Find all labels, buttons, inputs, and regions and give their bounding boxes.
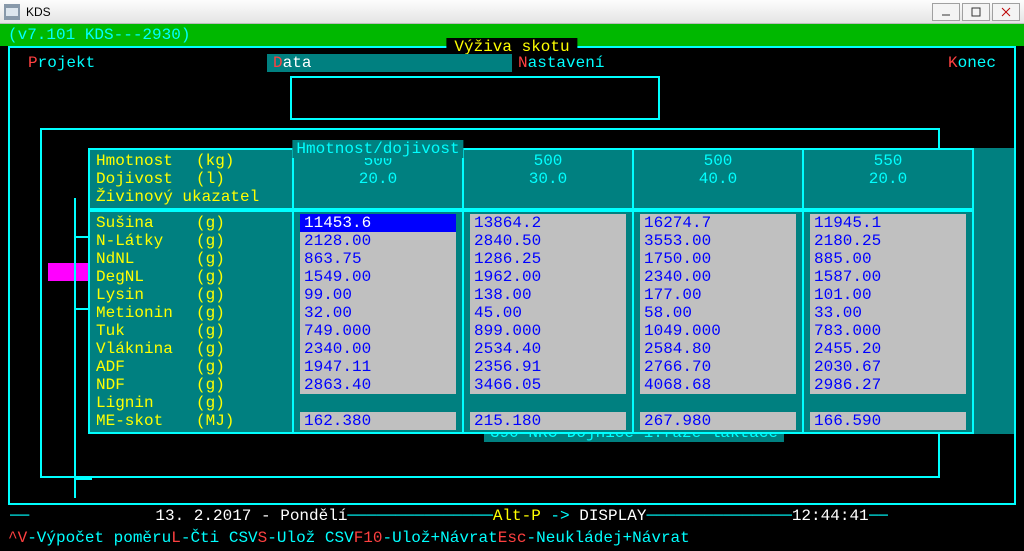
row-label: Tuk(g): [96, 322, 286, 340]
value-cell[interactable]: 13864.2: [470, 214, 626, 232]
status-altp: Alt-P -> DISPLAY: [493, 507, 647, 525]
value-cell[interactable]: 2455.20: [810, 340, 966, 358]
value-cell[interactable]: 2863.40: [300, 376, 456, 394]
value-cell[interactable]: 101.00: [810, 286, 966, 304]
title-bar: KDS: [0, 0, 1024, 24]
value-cell[interactable]: 885.00: [810, 250, 966, 268]
row-label: NdNL(g): [96, 250, 286, 268]
value-cell[interactable]: 177.00: [640, 286, 796, 304]
row-label: ME-skot(MJ): [96, 412, 286, 430]
close-button[interactable]: [992, 3, 1020, 21]
data-panel: Hmotnost(kg) Dojivost(l) Živinový ukazat…: [88, 148, 1014, 434]
value-cell[interactable]: 2584.80: [640, 340, 796, 358]
maximize-button[interactable]: [962, 3, 990, 21]
value-cell[interactable]: 1587.00: [810, 268, 966, 286]
value-cell[interactable]: 863.75: [300, 250, 456, 268]
row-label: ADF(g): [96, 358, 286, 376]
value-cell[interactable]: 2356.91: [470, 358, 626, 376]
value-cell[interactable]: 11945.1: [810, 214, 966, 232]
app-icon: [4, 4, 20, 20]
value-cell[interactable]: 1549.00: [300, 268, 456, 286]
panel-caption: Hmotnost/dojivost: [292, 140, 463, 158]
value-cell[interactable]: 58.00: [640, 304, 796, 322]
value-cell[interactable]: 33.00: [810, 304, 966, 322]
row-label: NDF(g): [96, 376, 286, 394]
minimize-button[interactable]: [932, 3, 960, 21]
menu-konec[interactable]: Konec: [757, 54, 1002, 72]
value-cell[interactable]: 2986.27: [810, 376, 966, 394]
value-cell[interactable]: 45.00: [470, 304, 626, 322]
row-label: Lysin(g): [96, 286, 286, 304]
value-cell[interactable]: 162.380: [300, 412, 456, 430]
row-headers: Hmotnost(kg) Dojivost(l) Živinový ukazat…: [88, 148, 294, 210]
value-cell[interactable]: 749.000: [300, 322, 456, 340]
col-3-header: 500 40.0: [634, 148, 804, 210]
col-2-header: 500 30.0: [464, 148, 634, 210]
value-cell[interactable]: 2340.00: [300, 340, 456, 358]
value-cell[interactable]: 3553.00: [640, 232, 796, 250]
row-label: N-Látky(g): [96, 232, 286, 250]
value-cell[interactable]: 32.00: [300, 304, 456, 322]
row-label: Lignin(g): [96, 394, 286, 412]
value-cell[interactable]: 2030.67: [810, 358, 966, 376]
menu-nastaveni[interactable]: Nastavení: [512, 54, 757, 72]
value-cell[interactable]: 215.180: [470, 412, 626, 430]
value-cell[interactable]: 99.00: [300, 286, 456, 304]
value-cell[interactable]: 2534.40: [470, 340, 626, 358]
value-cell[interactable]: 783.000: [810, 322, 966, 340]
value-cell[interactable]: 1962.00: [470, 268, 626, 286]
value-cell[interactable]: 2766.70: [640, 358, 796, 376]
value-cell[interactable]: 267.980: [640, 412, 796, 430]
row-label: Metionin(g): [96, 304, 286, 322]
row-label: Sušina(g): [96, 214, 286, 232]
menu-data[interactable]: Data: [267, 54, 512, 72]
status-date: 13. 2.2017 - Pondělí: [155, 507, 347, 525]
value-cell[interactable]: 138.00: [470, 286, 626, 304]
value-cell[interactable]: 4068.68: [640, 376, 796, 394]
col-4-header: 550 20.0: [804, 148, 974, 210]
value-cell[interactable]: 2340.00: [640, 268, 796, 286]
value-cell[interactable]: 3466.05: [470, 376, 626, 394]
value-cell[interactable]: 899.000: [470, 322, 626, 340]
col-1-header: Hmotnost/dojivost 500 20.0: [294, 148, 464, 210]
value-cell[interactable]: 1947.11: [300, 358, 456, 376]
dropdown-frame: [290, 76, 660, 120]
value-cell[interactable]: 11453.6: [300, 214, 456, 232]
value-cell[interactable]: 2840.50: [470, 232, 626, 250]
row-label: DegNL(g): [96, 268, 286, 286]
value-cell[interactable]: 1286.25: [470, 250, 626, 268]
window-title: KDS: [26, 3, 51, 21]
value-cell[interactable]: 1750.00: [640, 250, 796, 268]
value-cell[interactable]: 2128.00: [300, 232, 456, 250]
value-cell[interactable]: 166.590: [810, 412, 966, 430]
status-time: 12:44:41: [792, 507, 869, 525]
status-bar: ── 13. 2.2017 - Pondělí ────────────────…: [0, 505, 1024, 527]
main-frame: Výživa skotu Projekt Data Nastavení Kone…: [8, 46, 1016, 505]
value-cell[interactable]: 16274.7: [640, 214, 796, 232]
row-label: Vláknina(g): [96, 340, 286, 358]
value-cell[interactable]: 1049.000: [640, 322, 796, 340]
footer-bar: ^V-Výpočet poměru L-Čti CSV S-Ulož CSV F…: [0, 527, 1024, 551]
value-cell[interactable]: 2180.25: [810, 232, 966, 250]
menu-projekt[interactable]: Projekt: [22, 54, 267, 72]
